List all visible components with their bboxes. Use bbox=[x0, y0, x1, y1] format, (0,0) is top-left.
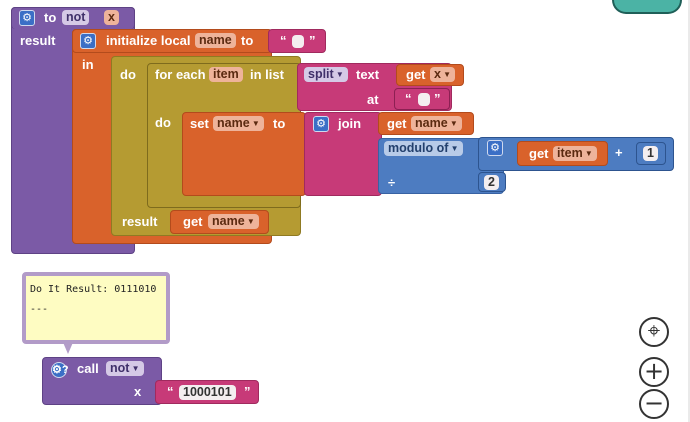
call-text-value[interactable]: 1000101 bbox=[179, 385, 236, 400]
number-one-field[interactable]: 1 bbox=[643, 146, 658, 161]
get-x-label: get bbox=[406, 67, 426, 82]
empty-text-quote-open: “ bbox=[280, 33, 287, 48]
split-at-text-field[interactable] bbox=[418, 93, 430, 106]
result-get-dropdown[interactable]: name bbox=[208, 214, 259, 229]
split-dropdown[interactable]: split bbox=[304, 67, 348, 82]
set-var-dropdown[interactable]: name bbox=[213, 116, 264, 131]
get-name-dropdown[interactable]: name bbox=[411, 116, 462, 131]
modulo-op-dropdown[interactable]: modulo of bbox=[384, 141, 463, 156]
empty-text-field[interactable] bbox=[292, 35, 304, 48]
zoom-out-icon[interactable]: − bbox=[639, 389, 669, 419]
plus-symbol: + bbox=[615, 145, 623, 160]
procedure-name-field[interactable]: not bbox=[62, 10, 90, 25]
get-name-label: get bbox=[387, 116, 407, 131]
for-each-item-field[interactable]: item bbox=[209, 67, 243, 82]
empty-text-quote-close: ” bbox=[309, 33, 316, 48]
for-each-in-list-label: in list bbox=[250, 67, 284, 82]
split-at-label: at bbox=[367, 92, 379, 107]
call-help-icon[interactable]: ? bbox=[51, 362, 69, 378]
initialize-local-in-label: in bbox=[82, 57, 94, 72]
set-label: set bbox=[190, 116, 209, 131]
center-workspace-icon[interactable]: ⌖ bbox=[639, 317, 669, 347]
trash-can-icon[interactable] bbox=[612, 0, 682, 14]
local-var-name-field[interactable]: name bbox=[195, 33, 236, 48]
get-x-dropdown[interactable]: x bbox=[430, 67, 456, 82]
initialize-local-mutator-icon[interactable] bbox=[80, 33, 96, 49]
do-result-label: result bbox=[122, 214, 158, 229]
call-param-x-label: x bbox=[134, 384, 142, 399]
bubble-tail bbox=[62, 340, 74, 354]
set-to-label: to bbox=[273, 116, 286, 131]
get-item-label: get bbox=[529, 146, 549, 161]
do-label: do bbox=[120, 67, 136, 82]
procedure-to-label: to bbox=[44, 10, 57, 25]
for-each-do-label: do bbox=[155, 115, 171, 130]
zoom-in-icon[interactable]: + bbox=[639, 357, 669, 387]
procedure-mutator-icon[interactable] bbox=[19, 10, 35, 26]
do-it-result-text: Do It Result: 0111010 bbox=[30, 284, 157, 295]
get-item-dropdown[interactable]: item bbox=[553, 146, 597, 161]
join-mutator-icon[interactable] bbox=[313, 116, 329, 132]
call-proc-dropdown[interactable]: not bbox=[106, 361, 144, 376]
divide-symbol: ÷ bbox=[388, 175, 396, 190]
call-label: call bbox=[77, 361, 99, 376]
initialize-local-to-label: to bbox=[241, 33, 254, 48]
initialize-local-label: initialize local bbox=[106, 33, 191, 48]
procedure-param-x[interactable]: x bbox=[104, 10, 119, 25]
number-two-field[interactable]: 2 bbox=[484, 175, 499, 190]
call-text-quote-open: “ bbox=[167, 384, 174, 399]
join-label: join bbox=[338, 116, 362, 131]
call-text-quote-close: ” bbox=[244, 384, 251, 399]
result-get-label: get bbox=[183, 214, 203, 229]
do-it-result-bubble: Do It Result: 0111010 --- bbox=[22, 272, 170, 344]
procedure-result-label: result bbox=[20, 33, 56, 48]
addition-mutator-icon[interactable] bbox=[487, 140, 503, 156]
do-it-result-separator: --- bbox=[30, 304, 49, 315]
split-at-quote-open: “ bbox=[405, 91, 412, 106]
for-each-label: for each bbox=[155, 67, 206, 82]
split-text-label: text bbox=[356, 67, 380, 82]
split-at-quote-close: ” bbox=[434, 91, 441, 106]
